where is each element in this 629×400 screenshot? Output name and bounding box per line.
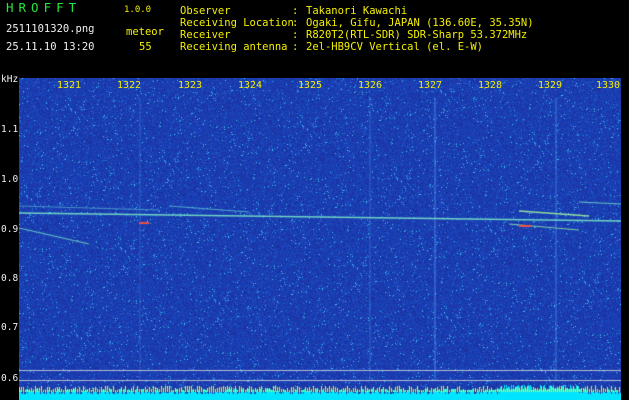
info-sep: : (292, 5, 299, 17)
app-logo: HROFFT (6, 0, 82, 15)
x-tick-label: 1321 (57, 80, 82, 91)
x-tick-label: 1328 (478, 80, 503, 91)
info-value-receiver: R820T2(RTL-SDR) SDR-Sharp 53.372MHz (306, 29, 528, 41)
x-tick-label: 1322 (117, 80, 142, 91)
y-tick-label: 1.1 (1, 124, 19, 135)
info-value-observer: Takanori Kawachi (306, 5, 408, 17)
y-axis-unit: kHz (1, 74, 19, 85)
y-tick-label: 0.8 (1, 273, 19, 284)
x-tick-label: 1326 (358, 80, 383, 91)
detection-label: meteor (126, 26, 164, 38)
info-sep: : (292, 17, 299, 29)
x-tick-label: 1329 (538, 80, 563, 91)
info-value-location: Ogaki, Gifu, JAPAN (136.60E, 35.35N) (306, 17, 534, 29)
y-tick-label: 1.0 (1, 174, 19, 185)
file-datetime: 25.11.10 13:20 (6, 41, 95, 53)
info-key-observer: Observer (180, 5, 231, 17)
y-tick-label: 0.9 (1, 224, 19, 235)
x-tick-label: 1327 (418, 80, 443, 91)
x-tick-label: 1324 (238, 80, 263, 91)
x-tick-label: 1325 (298, 80, 323, 91)
x-tick-label: 1323 (178, 80, 203, 91)
file-name: 2511101320.png (6, 23, 95, 35)
info-sep: : (292, 41, 299, 53)
info-key-receiver: Receiver (180, 29, 231, 41)
y-tick-label: 0.7 (1, 322, 19, 333)
info-key-location: Receiving Location (180, 17, 294, 29)
info-sep: : (292, 29, 299, 41)
detection-count: 55 (139, 41, 152, 53)
spectrogram-canvas (19, 78, 621, 400)
info-key-antenna: Receiving antenna (180, 41, 288, 53)
app-version: 1.0.0 (124, 5, 152, 15)
x-tick-label: 1330 (596, 80, 621, 91)
header-panel: HROFFT 1.0.0 2511101320.png 25.11.10 13:… (0, 0, 629, 74)
info-value-antenna: 2el-HB9CV Vertical (el. E-W) (306, 41, 484, 53)
y-tick-label: 0.6 (1, 373, 19, 384)
